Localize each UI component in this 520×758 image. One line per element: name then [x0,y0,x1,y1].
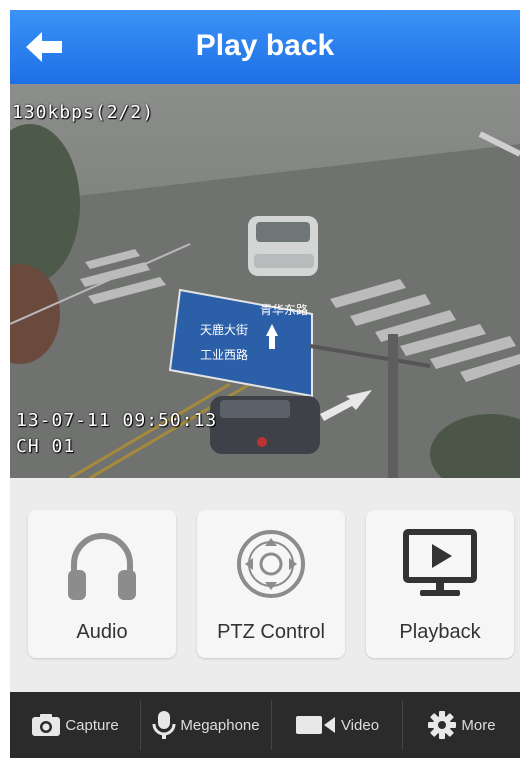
page-title: Play back [195,29,335,62]
action-panel: Audio PTZ Control Playback [10,478,520,692]
capture-tab[interactable]: Capture [10,692,140,758]
bitrate-overlay: 130kbps(2/2) [12,102,155,123]
video-tab[interactable]: Video [272,692,402,758]
nav-header: Play back [10,10,520,85]
timestamp-overlay: 13-07-11 09:50:13 [16,410,218,431]
video-player[interactable]: 天鹿大街 工业西路 青华东路 130kbps(2/2) 13-07-11 09:… [10,84,520,478]
headphones-icon [68,533,136,600]
video-label: Video [340,716,380,734]
ptz-control-button[interactable]: PTZ Control [197,510,345,658]
camera-icon [32,714,61,736]
audio-label: Audio [76,621,128,643]
megaphone-tab[interactable]: Megaphone [141,692,271,758]
microphone-icon [152,711,176,739]
channel-overlay: CH 01 [16,436,76,457]
playback-button[interactable]: Playback [366,510,514,658]
ptz-dpad-icon [237,530,305,598]
capture-label: Capture [65,716,119,734]
playback-label: Playback [399,621,481,643]
svg-text:工业西路: 工业西路 [200,347,248,362]
svg-text:青华东路: 青华东路 [260,302,308,317]
gear-icon [428,711,457,739]
ptz-control-label: PTZ Control [217,621,325,643]
video-camera-icon [295,716,335,734]
svg-text:天鹿大街: 天鹿大街 [200,322,248,337]
more-label: More [461,716,496,734]
bottom-toolbar: Capture Megaphone Video More [10,692,520,758]
playback-monitor-icon [403,529,477,596]
app-frame: Play back 天鹿大街 工业西路 青华东路 130kbps(2/2) 13… [10,10,520,758]
megaphone-label: Megaphone [180,716,260,734]
audio-button[interactable]: Audio [28,510,176,658]
more-tab[interactable]: More [403,692,520,758]
